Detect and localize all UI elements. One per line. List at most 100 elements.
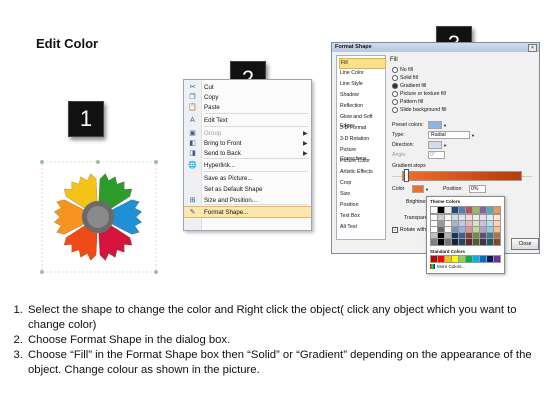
color-label: Color xyxy=(392,186,405,192)
color-swatch[interactable] xyxy=(493,238,501,246)
dialog-nav-item[interactable]: Reflection xyxy=(339,102,384,111)
color-picker-button[interactable] xyxy=(412,185,424,193)
context-menu-item[interactable]: ◨ Send to Back ▶ xyxy=(184,148,311,158)
menu-separator xyxy=(204,126,308,127)
send-back-icon: ◨ xyxy=(189,150,196,157)
hyperlink-icon: 🌐 xyxy=(188,162,197,169)
context-menu-item[interactable]: Set as Default Shape xyxy=(184,184,311,194)
instruction-item: Select the shape to change the color and… xyxy=(26,303,556,333)
dialog-nav-item[interactable]: 3-D Rotation xyxy=(339,135,384,144)
context-menu-item[interactable]: 📋 Paste xyxy=(184,102,311,112)
context-menu-item[interactable]: A Edit Text xyxy=(184,115,311,125)
submenu-arrow-icon: ▶ xyxy=(303,140,308,147)
selection-handle[interactable] xyxy=(96,160,100,164)
context-menu-item[interactable]: ❐ Copy xyxy=(184,92,311,102)
dialog-nav-item[interactable]: Line Color xyxy=(339,69,384,78)
context-menu-item[interactable]: ⊞ Size and Position... xyxy=(184,195,311,205)
gear-hub xyxy=(87,206,109,228)
radio-button[interactable] xyxy=(392,75,398,81)
chevron-down-icon: ▼ xyxy=(471,132,475,138)
fill-option-label: Picture or texture fill xyxy=(400,91,446,97)
color-swatch[interactable] xyxy=(493,206,501,214)
context-menu-item-label: Size and Position... xyxy=(204,196,257,204)
close-button[interactable]: Close xyxy=(511,238,539,250)
color-swatch[interactable] xyxy=(493,255,501,263)
type-select[interactable]: Radial xyxy=(428,131,470,139)
context-menu-item-label: Set as Default Shape xyxy=(204,185,263,193)
dialog-nav-item[interactable]: 3-D Format xyxy=(339,124,384,133)
dialog-close-icon[interactable]: × xyxy=(528,44,537,52)
fill-radio-option[interactable]: Gradient fill xyxy=(392,83,426,89)
type-label: Type: xyxy=(392,132,405,138)
fill-radio-option[interactable]: Slide background fill xyxy=(392,107,446,113)
fill-option-label: Slide background fill xyxy=(400,107,447,113)
dialog-nav-item[interactable]: Shadow xyxy=(339,91,384,100)
preset-label: Preset colors: xyxy=(392,122,424,128)
dialog-title: Format Shape xyxy=(332,43,539,52)
gradient-stop-handle[interactable] xyxy=(404,169,409,182)
dialog-nav-item[interactable]: Size xyxy=(339,190,384,199)
context-menu-item[interactable]: ✎ Format Shape... xyxy=(184,206,311,218)
angle-label: Angle: xyxy=(392,152,407,158)
copy-icon: ❐ xyxy=(189,94,196,101)
context-menu-item-label: Format Shape... xyxy=(204,208,249,216)
menu-separator xyxy=(204,113,308,114)
fill-radio-option[interactable]: No fill xyxy=(392,67,413,73)
context-menu-item[interactable]: 🌐 Hyperlink... xyxy=(184,160,311,170)
dialog-nav-item[interactable]: Text Box xyxy=(339,212,384,221)
context-menu-item[interactable]: ▣ Group ▶ xyxy=(184,128,311,138)
fill-radio-option[interactable]: Pattern fill xyxy=(392,99,423,105)
dialog-nav-item[interactable]: Picture Color xyxy=(339,157,384,166)
context-menu-item-label: Bring to Front xyxy=(204,139,242,147)
context-menu-item-label: Hyperlink... xyxy=(204,161,235,169)
context-menu-item-label: Send to Back xyxy=(204,149,241,157)
dialog-nav-item[interactable]: Crop xyxy=(339,179,384,188)
context-menu-item-label: Group xyxy=(204,129,222,137)
context-menu: ✂ Cut ❐ Copy 📋 Paste A Edit Text ▣ Group ▶ ◧ Bring t… xyxy=(183,79,312,231)
dialog-nav-item[interactable]: Fill xyxy=(339,58,386,69)
radio-button[interactable] xyxy=(392,83,398,89)
dialog-nav-item[interactable]: Picture Corrections xyxy=(339,146,384,162)
menu-separator xyxy=(204,171,308,172)
instruction-item: Choose “Fill” in the Format Shape box th… xyxy=(26,348,556,378)
page-title: Edit Color xyxy=(36,36,99,51)
menu-separator xyxy=(204,158,308,159)
radio-button[interactable] xyxy=(392,67,398,73)
gradient-stops-bar[interactable] xyxy=(402,171,522,181)
bring-front-icon: ◧ xyxy=(189,140,196,147)
fill-option-label: No fill xyxy=(400,67,413,73)
rotate-checkbox[interactable]: ✓ xyxy=(392,227,398,233)
selection-handle[interactable] xyxy=(154,270,158,274)
position-input[interactable]: 0% xyxy=(468,185,486,193)
selection-handle[interactable] xyxy=(154,160,158,164)
gear-graphic[interactable] xyxy=(40,160,162,278)
fill-radio-option[interactable]: Picture or texture fill xyxy=(392,91,446,97)
color-wheel-icon xyxy=(430,264,435,269)
edit-text-icon: A xyxy=(190,116,195,124)
angle-input[interactable]: 0° xyxy=(428,151,445,159)
format-shape-icon: ✎ xyxy=(189,209,196,216)
radio-button[interactable] xyxy=(392,99,398,105)
fill-option-label: Solid fill xyxy=(400,75,418,81)
radio-button[interactable] xyxy=(392,91,398,97)
selection-handle[interactable] xyxy=(40,160,44,164)
preset-colors-dropdown[interactable] xyxy=(428,121,442,129)
dialog-nav-item[interactable]: Alt Text xyxy=(339,223,384,232)
dialog-nav-item[interactable]: Artistic Effects xyxy=(339,168,384,177)
selection-handle[interactable] xyxy=(40,270,44,274)
context-menu-item[interactable]: ◧ Bring to Front ▶ xyxy=(184,138,311,148)
fill-radio-option[interactable]: Solid fill xyxy=(392,75,418,81)
chevron-down-icon: ▼ xyxy=(443,122,447,128)
fill-option-label: Gradient fill xyxy=(400,83,427,89)
standard-colors-label: Standard Colors xyxy=(430,249,466,254)
dialog-nav-item[interactable]: Glow and Soft Edges xyxy=(339,113,384,129)
context-menu-item-label: Save as Picture... xyxy=(204,174,253,182)
dialog-nav-item[interactable]: Position xyxy=(339,201,384,210)
context-menu-item[interactable]: ✂ Cut xyxy=(184,82,311,92)
radio-button[interactable] xyxy=(392,107,398,113)
dialog-nav-item[interactable]: Line Style xyxy=(339,80,384,89)
direction-dropdown[interactable] xyxy=(428,141,442,149)
context-menu-item[interactable]: Save as Picture... xyxy=(184,173,311,183)
more-colors-label: More Colors... xyxy=(437,264,466,269)
more-colors-option[interactable]: More Colors... xyxy=(430,264,465,269)
